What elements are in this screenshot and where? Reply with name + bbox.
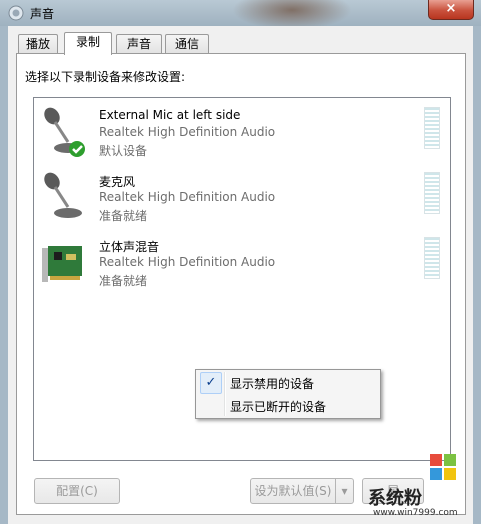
configure-button[interactable]: 配置(C) — [34, 478, 120, 504]
window-frame-right — [473, 26, 481, 524]
device-status: 准备就绪 — [99, 274, 148, 288]
device-driver: Realtek High Definition Audio — [99, 255, 276, 269]
microphone-icon — [44, 107, 85, 157]
window-title: 声音 — [30, 7, 55, 21]
tab-recording[interactable]: 录制 — [64, 32, 112, 55]
close-button[interactable]: × — [428, 0, 474, 20]
tab-communications[interactable]: 通信 — [165, 34, 209, 54]
list-item[interactable]: 麦克风 Realtek High Definition Audio 准备就绪 — [34, 171, 450, 233]
device-status: 准备就绪 — [99, 209, 148, 223]
list-item[interactable]: 立体声混音 Realtek High Definition Audio 准备就绪 — [34, 236, 450, 298]
level-meter — [424, 172, 440, 214]
context-menu: ✓ 显示禁用的设备 显示已断开的设备 — [195, 369, 381, 419]
menu-item-show-disabled[interactable]: ✓ 显示禁用的设备 — [196, 371, 380, 394]
level-meter — [424, 237, 440, 279]
speaker-icon — [8, 5, 24, 21]
microphone-icon — [44, 172, 82, 218]
device-name: 立体声混音 — [99, 240, 160, 254]
dialog-client-area: 播放 录制 声音 通信 选择以下录制设备来修改设置: External Mic … — [8, 26, 473, 524]
device-driver: Realtek High Definition Audio — [99, 125, 276, 139]
set-default-dropdown[interactable]: ▾ — [335, 478, 354, 504]
tab-playback[interactable]: 播放 — [18, 34, 58, 54]
check-badge-icon — [69, 141, 85, 157]
device-name: 麦克风 — [99, 175, 136, 189]
menu-item-label: 显示禁用的设备 — [230, 377, 315, 391]
set-default-button[interactable]: 设为默认值(S) — [250, 478, 336, 504]
window-frame-left — [0, 26, 8, 524]
device-status: 默认设备 — [99, 144, 148, 158]
device-name: External Mic at left side — [99, 108, 241, 122]
checkmark-icon: ✓ — [200, 372, 222, 394]
chevron-down-icon: ▾ — [341, 484, 348, 498]
watermark-text: 系统粉 — [368, 488, 422, 509]
menu-item-label: 显示已断开的设备 — [230, 400, 327, 414]
watermark-url: www.win7999.com — [373, 508, 458, 518]
device-driver: Realtek High Definition Audio — [99, 190, 276, 204]
menu-item-show-disconnected[interactable]: 显示已断开的设备 — [196, 394, 380, 416]
watermark-logo-icon — [430, 454, 456, 480]
title-bar: 声音 × — [0, 0, 481, 30]
sound-card-icon — [42, 246, 82, 282]
instruction-text: 选择以下录制设备来修改设置: — [25, 70, 186, 84]
tab-sounds[interactable]: 声音 — [116, 34, 162, 54]
level-meter — [424, 107, 440, 149]
list-item[interactable]: External Mic at left side Realtek High D… — [34, 106, 450, 168]
